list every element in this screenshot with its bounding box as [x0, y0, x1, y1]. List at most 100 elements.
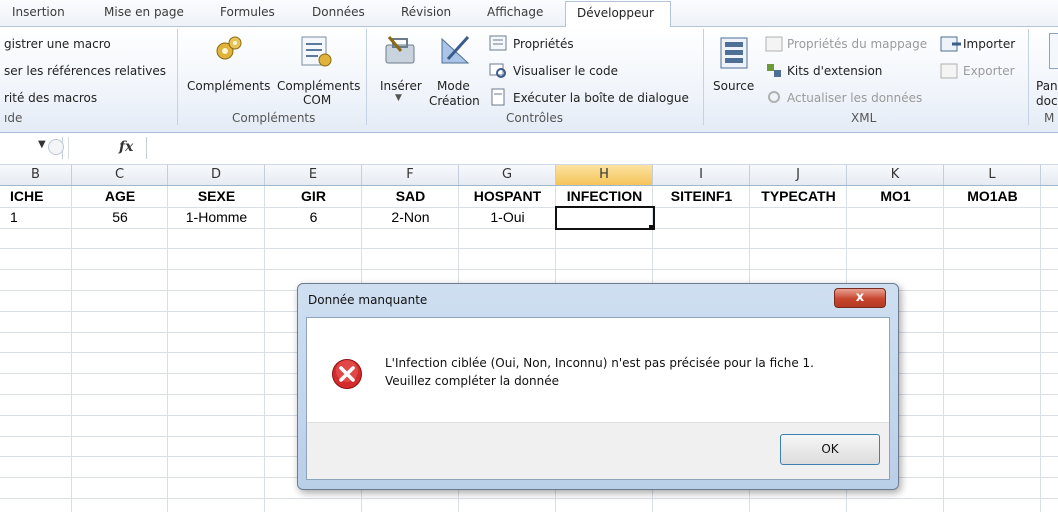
- header-cell-l[interactable]: MO1AB: [944, 186, 1041, 206]
- refresh-data-icon: [768, 91, 780, 103]
- cell-g[interactable]: 1-Oui: [459, 207, 556, 227]
- expansion-packs-icon: [767, 64, 781, 77]
- cell-e[interactable]: 6: [265, 207, 362, 227]
- import-icon: [940, 36, 961, 52]
- header-cell-c[interactable]: AGE: [72, 186, 168, 206]
- column-header-l[interactable]: L: [944, 165, 1041, 185]
- formula-bar: ▼ fx: [0, 133, 1058, 165]
- properties-icon: [489, 35, 507, 51]
- column-header-d[interactable]: D: [168, 165, 265, 185]
- dialog-message-line2: Veuillez compléter la donnée: [385, 374, 559, 388]
- header-cell-j[interactable]: TYPECATH: [750, 186, 847, 206]
- column-header-f[interactable]: F: [362, 165, 459, 185]
- separator: [1028, 29, 1029, 125]
- map-properties-button[interactable]: Propriétés du mappage: [787, 37, 927, 51]
- separator: [366, 29, 367, 125]
- cell-k[interactable]: [847, 207, 944, 227]
- export-icon: [940, 63, 958, 79]
- tab-formules[interactable]: Formules: [220, 5, 275, 19]
- header-cell-k[interactable]: MO1: [847, 186, 944, 206]
- error-icon: [332, 359, 362, 389]
- formula-input[interactable]: [146, 137, 1058, 159]
- design-mode-button-line2: Création: [429, 94, 480, 108]
- document-panel-icon: [1049, 33, 1058, 69]
- import-button[interactable]: Importer: [963, 37, 1015, 51]
- separator: [177, 29, 178, 125]
- tab-donnees[interactable]: Données: [312, 5, 365, 19]
- toolbox-icon: [385, 36, 415, 64]
- com-addins-icon: [301, 36, 332, 67]
- header-cell-e[interactable]: GIR: [265, 186, 362, 206]
- ribbon-panel: gistrer une macro ser les références rel…: [0, 27, 1058, 133]
- dialog-body: L'Infection ciblée (Oui, Non, Inconnu) n…: [306, 317, 890, 480]
- active-cell[interactable]: [555, 205, 655, 230]
- properties-button[interactable]: Propriétés: [513, 37, 574, 51]
- cell-f[interactable]: 2-Non: [362, 207, 459, 227]
- cell-j[interactable]: [750, 207, 847, 227]
- header-cell-d[interactable]: SEXE: [168, 186, 265, 206]
- run-dialog-icon: [491, 88, 505, 106]
- tab-mise-en-page[interactable]: Mise en page: [104, 5, 184, 19]
- refresh-data-button[interactable]: Actualiser les données: [787, 91, 922, 105]
- column-header-g[interactable]: G: [459, 165, 556, 185]
- fill-handle[interactable]: [649, 224, 654, 230]
- separator: [68, 137, 69, 159]
- header-cell-h[interactable]: INFECTION: [556, 186, 653, 206]
- modify-group-label: M: [1044, 111, 1055, 125]
- column-header-b[interactable]: B: [0, 165, 72, 185]
- relative-references-button[interactable]: ser les références relatives: [4, 64, 166, 78]
- macro-security-button[interactable]: rité des macros: [4, 91, 97, 105]
- column-header-i[interactable]: I: [653, 165, 750, 185]
- formula-bar-toggle-icon[interactable]: [48, 139, 64, 155]
- design-mode-button[interactable]: Mode: [437, 79, 470, 93]
- dialog-message-line1: L'Infection ciblée (Oui, Non, Inconnu) n…: [385, 356, 814, 370]
- controls-group-label: Contrôles: [506, 111, 564, 125]
- gears-icon: [216, 36, 242, 60]
- error-dialog: Donnée manquante x L'Infection ciblée (O…: [297, 283, 899, 490]
- expansion-packs-button[interactable]: Kits d'extension: [787, 64, 882, 78]
- cell-i[interactable]: [653, 207, 750, 227]
- cell-b[interactable]: 1: [0, 207, 72, 227]
- addins-button[interactable]: Compléments: [187, 79, 270, 93]
- cell-c[interactable]: 56: [72, 207, 168, 227]
- column-header-c[interactable]: C: [72, 165, 168, 185]
- record-macro-button[interactable]: gistrer une macro: [4, 37, 111, 51]
- design-mode-icon: [441, 35, 470, 64]
- ok-button[interactable]: OK: [780, 434, 880, 465]
- dialog-close-button[interactable]: x: [834, 288, 886, 308]
- column-header-j[interactable]: J: [750, 165, 847, 185]
- cell-l[interactable]: [944, 207, 1041, 227]
- tab-affichage[interactable]: Affichage: [487, 5, 543, 19]
- header-cell-f[interactable]: SAD: [362, 186, 459, 206]
- insert-control-button[interactable]: Insérer: [380, 79, 422, 93]
- dialog-footer: OK: [307, 422, 889, 479]
- xml-source-button[interactable]: Source: [713, 79, 754, 93]
- column-header-k[interactable]: K: [847, 165, 944, 185]
- column-header-h[interactable]: H: [556, 165, 653, 185]
- document-panel-button[interactable]: Pan: [1036, 79, 1058, 93]
- tab-developpeur[interactable]: Développeur: [565, 1, 671, 27]
- cell-d[interactable]: 1-Homme: [168, 207, 265, 227]
- run-dialog-button[interactable]: Exécuter la boîte de dialogue: [513, 91, 689, 105]
- map-properties-icon: [765, 36, 783, 52]
- com-addins-button[interactable]: Compléments: [277, 79, 360, 93]
- xml-group-label: XML: [851, 111, 877, 125]
- tab-insertion[interactable]: Insertion: [12, 5, 65, 19]
- export-button[interactable]: Exporter: [963, 64, 1015, 78]
- header-cell-i[interactable]: SITEINF1: [653, 186, 750, 206]
- insert-dropdown-arrow-icon: ▼: [395, 93, 402, 103]
- separator: [703, 29, 704, 125]
- ribbon-tab-bar: Insertion Mise en page Formules Données …: [0, 0, 1058, 27]
- column-header-e[interactable]: E: [265, 165, 362, 185]
- tab-revision[interactable]: Révision: [401, 5, 451, 19]
- view-code-icon: [489, 63, 506, 78]
- header-cell-b[interactable]: ICHE: [0, 186, 72, 206]
- header-cell-g[interactable]: HOSPANT: [459, 186, 556, 206]
- name-box-dropdown-icon[interactable]: ▼: [38, 139, 46, 150]
- code-group-label: ıde: [4, 111, 23, 125]
- column-header-row: BCDEFGHIJKL: [0, 165, 1058, 186]
- xml-source-icon: [720, 37, 748, 69]
- view-code-button[interactable]: Visualiser le code: [513, 64, 618, 78]
- com-addins-button-line2: COM: [303, 93, 332, 107]
- insert-function-icon[interactable]: fx: [119, 139, 133, 155]
